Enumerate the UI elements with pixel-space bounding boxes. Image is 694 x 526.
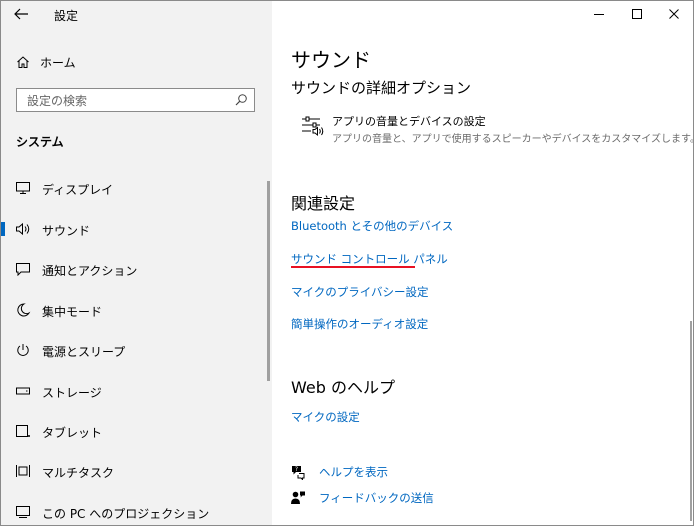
sidebar-item-multitasking[interactable]: マルチタスク	[1, 453, 272, 489]
sidebar-item-label: ディスプレイ	[42, 183, 114, 197]
sidebar-item-power-sleep[interactable]: 電源とスリープ	[1, 332, 272, 368]
sidebar-item-label: 集中モード	[42, 305, 103, 319]
back-button[interactable]	[11, 5, 33, 23]
send-feedback-link[interactable]: フィードバックの送信	[319, 490, 434, 506]
sidebar-item-label: 通知とアクション	[42, 264, 138, 278]
sidebar-item-projection[interactable]: この PC へのプロジェクション	[1, 494, 272, 525]
search-input[interactable]	[25, 90, 229, 112]
sidebar-item-label: 電源とスリープ	[42, 345, 126, 359]
close-button[interactable]	[663, 5, 685, 23]
app-title: 設定	[54, 9, 79, 23]
mic-privacy-link[interactable]: マイクのプライバシー設定	[291, 284, 429, 300]
home-label: ホーム	[40, 55, 76, 70]
maximize-button[interactable]	[626, 5, 648, 23]
sidebar-item-display[interactable]: ディスプレイ	[1, 170, 272, 206]
home-icon	[17, 56, 29, 68]
search-icon[interactable]	[234, 93, 248, 107]
storage-icon	[16, 387, 30, 395]
ease-of-access-audio-link[interactable]: 簡単操作のオーディオ設定	[291, 316, 428, 332]
sidebar-item-label: この PC へのプロジェクション	[42, 507, 210, 521]
home-nav-item[interactable]: ホーム	[16, 52, 76, 72]
help-chat-icon: ?	[292, 466, 305, 480]
page-title: サウンド	[291, 48, 371, 72]
minimize-button[interactable]	[588, 5, 610, 23]
sidebar-item-label: ストレージ	[42, 386, 102, 400]
speaker-icon	[16, 222, 30, 236]
main-content: サウンド サウンドの詳細オプション アプリの音量とデバイスの設定 アプリの音量と…	[272, 1, 693, 525]
bluetooth-devices-link[interactable]: Bluetooth とその他のデバイス	[291, 218, 453, 234]
sidebar-item-sound[interactable]: サウンド	[1, 211, 272, 247]
feedback-icon	[291, 491, 305, 504]
get-help-link[interactable]: ヘルプを表示	[319, 464, 388, 480]
feedback-row[interactable]: フィードバックの送信	[290, 490, 434, 506]
tablet-icon	[16, 425, 30, 437]
highlight-underline	[291, 266, 415, 268]
settings-window: 設定 ホーム システム ディスプレイ	[0, 0, 694, 526]
back-arrow-icon	[14, 8, 28, 20]
app-volume-mixer-icon	[302, 116, 324, 137]
section-title: システム	[16, 135, 64, 149]
main-scrollbar[interactable]	[690, 321, 692, 521]
notification-icon	[16, 263, 30, 276]
display-icon	[16, 182, 30, 194]
close-icon	[669, 9, 679, 19]
sidebar-item-label: マルチタスク	[42, 466, 115, 480]
related-settings-heading: 関連設定	[291, 194, 356, 213]
app-volume-title: アプリの音量とデバイスの設定	[332, 115, 486, 128]
search-box	[16, 88, 255, 112]
projection-icon	[16, 506, 30, 518]
app-volume-description: アプリの音量と、アプリで使用するスピーカーやデバイスをカスタマイズします。	[332, 134, 694, 145]
sidebar: 設定 ホーム システム ディスプレイ	[1, 1, 272, 525]
sidebar-item-notifications[interactable]: 通知とアクション	[1, 251, 272, 287]
multitask-icon	[16, 465, 30, 477]
sidebar-item-label: タブレット	[42, 426, 103, 440]
get-help-row[interactable]: ? ヘルプを表示	[290, 464, 388, 480]
sidebar-item-storage[interactable]: ストレージ	[1, 373, 272, 409]
page-subtitle: サウンドの詳細オプション	[291, 79, 472, 97]
titlebar-left: 設定	[1, 1, 272, 29]
mic-setup-link[interactable]: マイクの設定	[291, 409, 360, 425]
maximize-icon	[632, 9, 642, 19]
web-help-heading: Web のヘルプ	[291, 378, 395, 397]
svg-text:?: ?	[295, 466, 298, 473]
sidebar-item-focus-assist[interactable]: 集中モード	[1, 292, 272, 328]
sound-control-panel-link[interactable]: サウンド コントロール パネル	[291, 251, 448, 267]
sidebar-item-label: サウンド	[42, 224, 91, 238]
sidebar-item-tablet[interactable]: タブレット	[1, 413, 272, 449]
moon-icon	[17, 303, 31, 317]
minimize-icon	[594, 14, 604, 15]
sidebar-scrollbar[interactable]	[267, 181, 270, 381]
power-icon	[17, 344, 29, 356]
